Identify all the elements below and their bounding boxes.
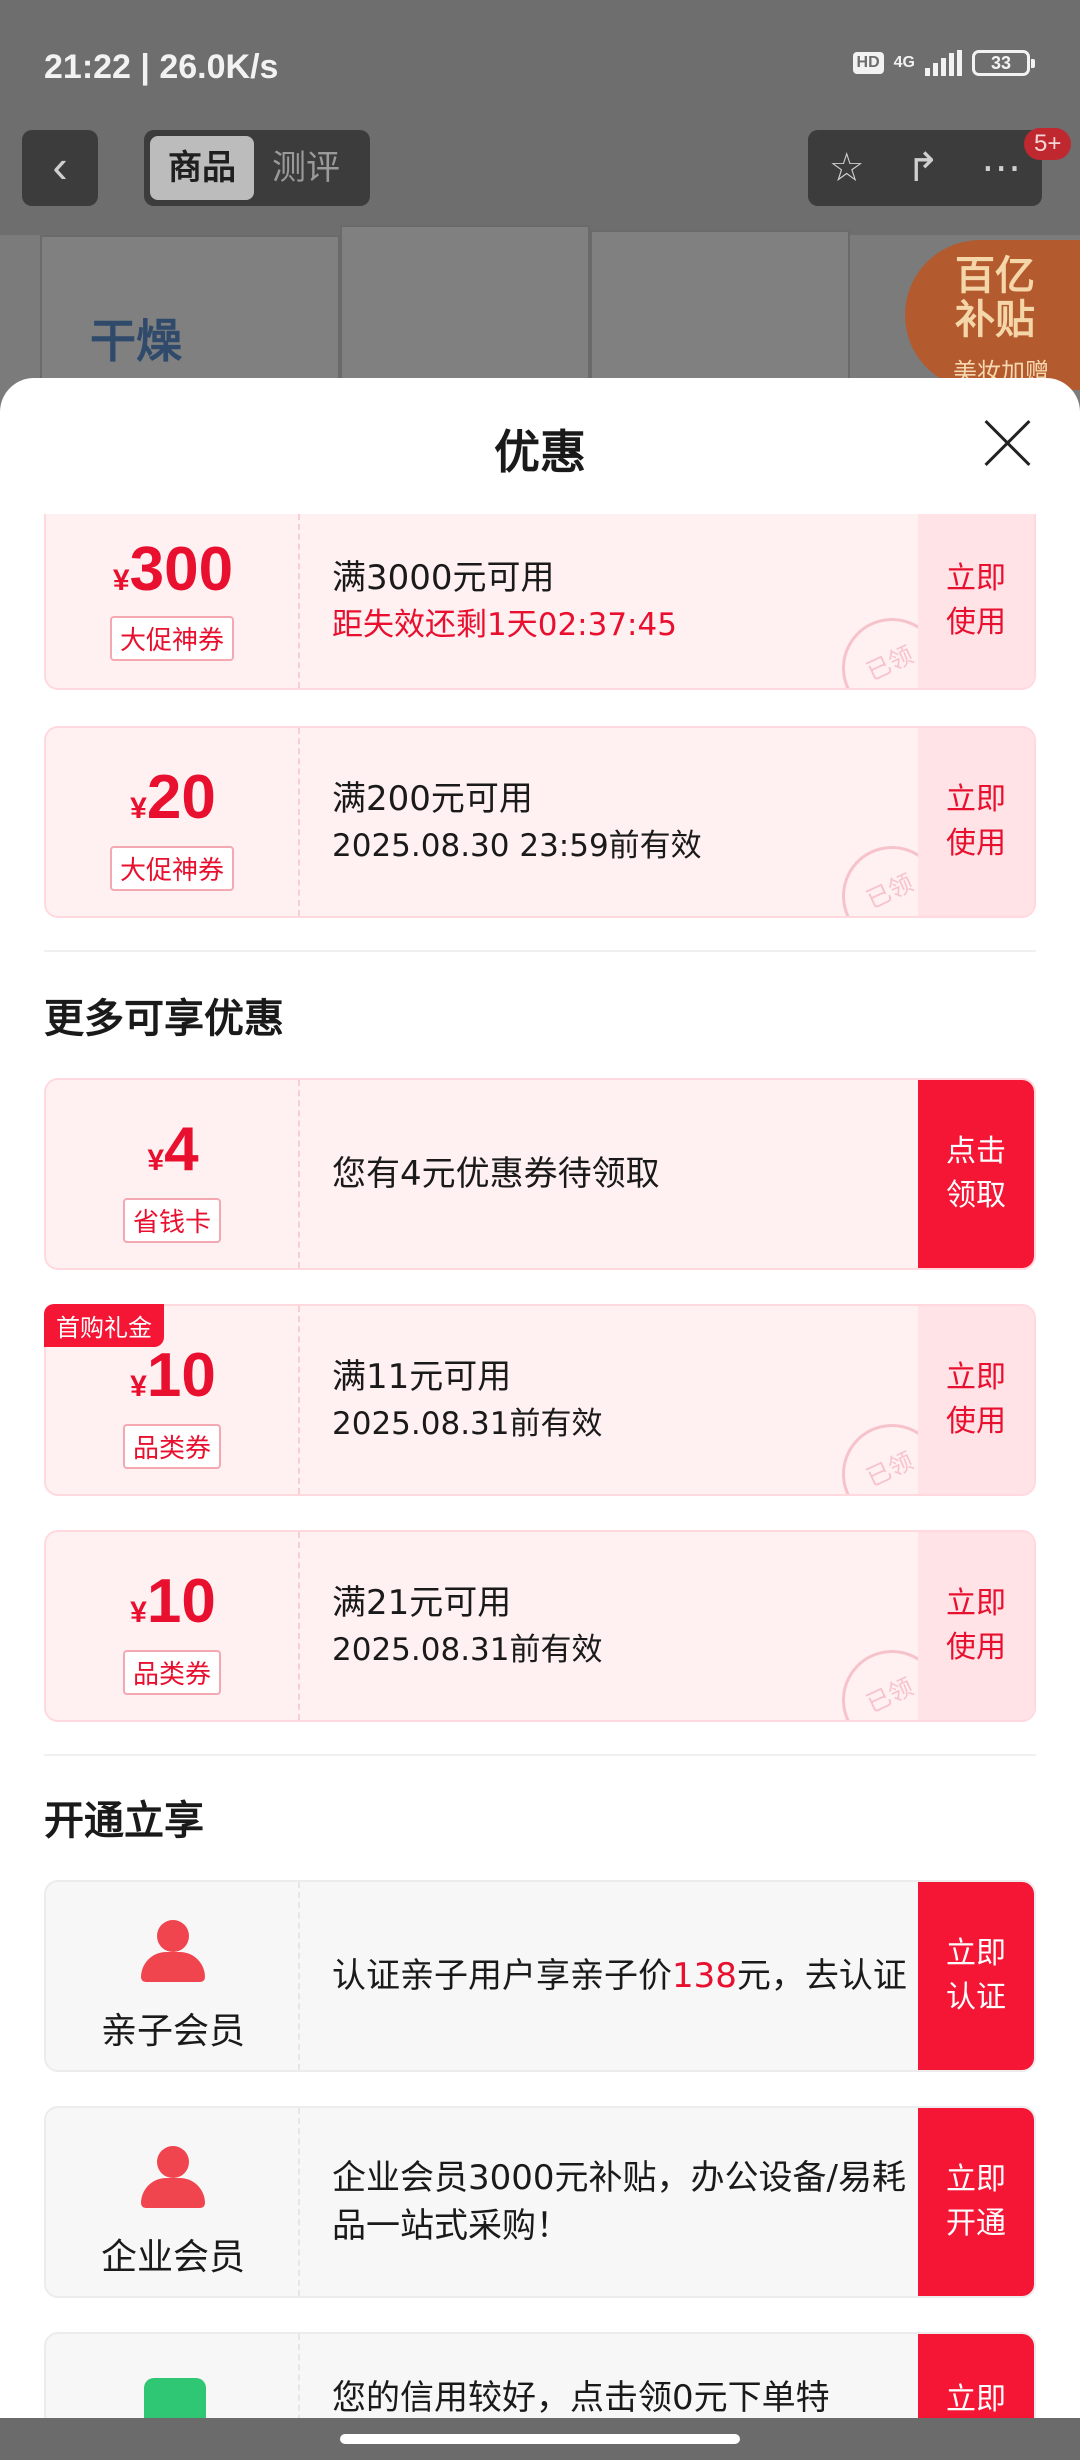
person-icon (139, 2146, 207, 2210)
member-name: 亲子会员 (100, 2011, 245, 2052)
activate-button[interactable]: 立即 开通 (918, 2108, 1034, 2296)
coupon-amount: ¥20 (130, 763, 216, 832)
person-icon (139, 1920, 207, 1984)
coupon-card[interactable]: ¥10 品类券 满11元可用 2025.08.31前有效 已领 立即 使用 (44, 1304, 1036, 1496)
coupon-condition: 您有4元优惠券待领取 (332, 1154, 660, 1194)
member-card[interactable]: 亲子会员 认证亲子用户享亲子价138元，去认证 立即 认证 (44, 1880, 1036, 2072)
first-purchase-ribbon: 首购礼金 (44, 1304, 164, 1347)
action-button[interactable]: 立即 (918, 2334, 1034, 2418)
coupon-card[interactable]: ¥300 大促神券 满3000元可用 距失效还剩1天02:37:45 已领 立即… (44, 514, 1036, 690)
back-button[interactable]: ‹ (22, 130, 98, 206)
discount-sheet: 优惠 ¥300 大促神券 满3000元可用 距失效还剩1天02:37:45 已领… (0, 378, 1080, 2418)
product-image-text: 干燥 (90, 314, 182, 368)
close-icon[interactable] (982, 418, 1032, 468)
member-description: 企业会员3000元补贴，办公设备/易耗品一站式采购！ (332, 2158, 906, 2246)
coupon-condition: 满21元可用 (332, 1583, 512, 1623)
nav-actions: ☆ ↱ ⋯ (808, 130, 1042, 206)
coupon-card[interactable]: ¥10 品类券 满21元可用 2025.08.31前有效 已领 立即 使用 (44, 1530, 1036, 1722)
coupon-countdown: 距失效还剩1天02:37:45 (332, 607, 677, 643)
network-type: 4G (893, 54, 915, 71)
battery-icon: 33 (972, 50, 1035, 76)
signal-icon (925, 50, 962, 76)
coupon-amount: ¥10 (130, 1567, 216, 1636)
coupon-tag: 大促神券 (109, 846, 235, 891)
coupon-condition: 满3000元可用 (332, 558, 555, 598)
use-now-button[interactable]: 立即 使用 (918, 728, 1034, 916)
nav-tabs: 商品 测评 (144, 130, 370, 206)
divider (44, 1754, 1036, 1756)
share-arrow-icon[interactable]: ↱ (906, 145, 940, 191)
shopping-bag-icon (144, 2378, 206, 2418)
verify-button[interactable]: 立即 认证 (918, 1882, 1034, 2070)
coupon-amount: ¥10 (130, 1341, 216, 1410)
claim-button[interactable]: 点击 领取 (918, 1080, 1034, 1268)
coupon-tag: 品类券 (122, 1424, 222, 1469)
coupon-amount: ¥300 (112, 535, 234, 604)
use-now-button[interactable]: 立即 使用 (918, 1306, 1034, 1494)
coupon-tag: 品类券 (122, 1650, 222, 1695)
member-card[interactable]: 企业会员 企业会员3000元补贴，办公设备/易耗品一站式采购！ 立即 开通 (44, 2106, 1036, 2298)
tab-review[interactable]: 测评 (254, 136, 358, 200)
use-now-button[interactable]: 立即 使用 (918, 1532, 1034, 1720)
coupon-condition: 满200元可用 (332, 779, 533, 819)
member-name: 企业会员 (100, 2237, 245, 2278)
tab-product[interactable]: 商品 (150, 136, 254, 200)
divider (44, 950, 1036, 952)
favorite-star-icon[interactable]: ☆ (829, 145, 865, 191)
use-now-button[interactable]: 立即 使用 (918, 514, 1034, 688)
section-title-open: 开通立享 (44, 1798, 204, 1844)
coupon-card[interactable]: ¥4 省钱卡 您有4元优惠券待领取 点击 领取 (44, 1078, 1036, 1270)
coupon-condition: 满11元可用 (332, 1357, 512, 1397)
more-menu-icon[interactable]: ⋯ (981, 145, 1021, 191)
member-description: 认证亲子用户享亲子价138元，去认证 (332, 1956, 907, 1996)
hd-icon: HD (852, 52, 884, 74)
status-bar: 21:22 | 26.0K/s HD 4G 33 (0, 0, 1080, 130)
top-navigation: ‹ 商品 测评 ☆ ↱ ⋯ (0, 130, 1080, 206)
coupon-validity: 2025.08.31前有效 (332, 1632, 603, 1668)
coupon-tag: 省钱卡 (122, 1198, 222, 1243)
notification-badge: 5+ (1024, 128, 1072, 160)
member-description: 您的信用较好，点击领0元下单特 (332, 2378, 830, 2418)
coupon-validity: 2025.08.30 23:59前有效 (332, 828, 702, 864)
home-indicator[interactable] (340, 2434, 740, 2444)
subsidy-badge[interactable]: 百亿 补贴 美妆加赠 (905, 240, 1080, 390)
coupon-amount: ¥4 (147, 1115, 199, 1184)
coupon-card[interactable]: ¥20 大促神券 满200元可用 2025.08.30 23:59前有效 已领 … (44, 726, 1036, 918)
member-card[interactable]: 您的信用较好，点击领0元下单特 立即 (44, 2332, 1036, 2418)
status-time: 21:22 | 26.0K/s (44, 48, 279, 86)
coupon-tag: 大促神券 (109, 616, 235, 661)
coupon-validity: 2025.08.31前有效 (332, 1406, 603, 1442)
sheet-title: 优惠 (494, 425, 586, 479)
section-title-more: 更多可享优惠 (44, 996, 284, 1042)
